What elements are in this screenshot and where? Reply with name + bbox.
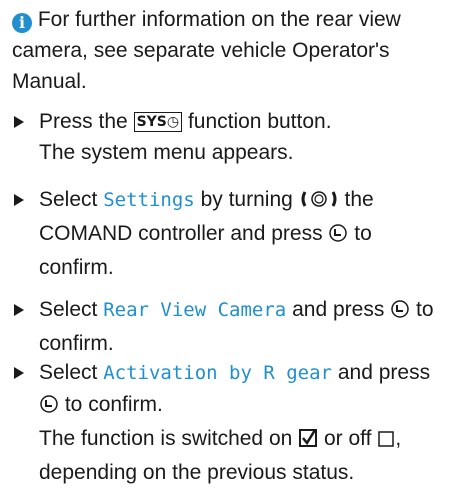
step-1: Press the SYS◷ function button. The syst…	[12, 106, 452, 168]
step-1-text-b: function button.	[187, 110, 332, 133]
bullet-icon	[14, 194, 24, 206]
checkbox-unchecked-icon	[377, 426, 395, 457]
step-4-text-a: Select	[39, 361, 98, 384]
sys-key-label: SYS	[136, 114, 167, 130]
menu-item-activation-by-r-gear: Activation by R gear	[103, 362, 332, 384]
info-icon: i	[12, 13, 32, 33]
menu-item-settings: Settings	[103, 189, 195, 211]
step-2-text-b: by turning	[200, 188, 293, 211]
controller-turn-icon	[299, 187, 339, 218]
info-text: For further information on the rear view…	[12, 8, 401, 93]
manual-page: i For further information on the rear vi…	[0, 0, 456, 484]
step-4-result-a: The function is switched on	[39, 427, 293, 450]
step-4-text-b: and press	[337, 361, 431, 384]
step-2-text-a: Select	[39, 188, 98, 211]
step-2: Select Settings by turning the COMAND co…	[12, 184, 452, 283]
bullet-icon	[14, 367, 24, 379]
step-3: Select Rear View Camera and press to con…	[12, 294, 452, 359]
bullet-icon	[14, 304, 24, 316]
checkbox-checked-icon	[298, 426, 318, 457]
bullet-icon	[14, 116, 24, 128]
step-1-text-a: Press the	[39, 110, 128, 133]
menu-item-rear-view-camera: Rear View Camera	[103, 299, 287, 321]
step-4: Select Activation by R gear and press to…	[12, 357, 452, 488]
step-4-text-c: to confirm.	[64, 393, 163, 416]
step-4-result-b: or off	[324, 427, 372, 450]
step-3-text-a: Select	[39, 298, 98, 321]
info-note: i For further information on the rear vi…	[12, 4, 452, 97]
step-3-text-b: and press	[292, 298, 385, 321]
sys-button-icon: SYS◷	[133, 112, 183, 132]
controller-press-icon	[390, 297, 410, 328]
controller-press-icon	[328, 221, 348, 252]
controller-press-icon	[39, 392, 59, 423]
step-1-result: The system menu appears.	[39, 141, 294, 164]
